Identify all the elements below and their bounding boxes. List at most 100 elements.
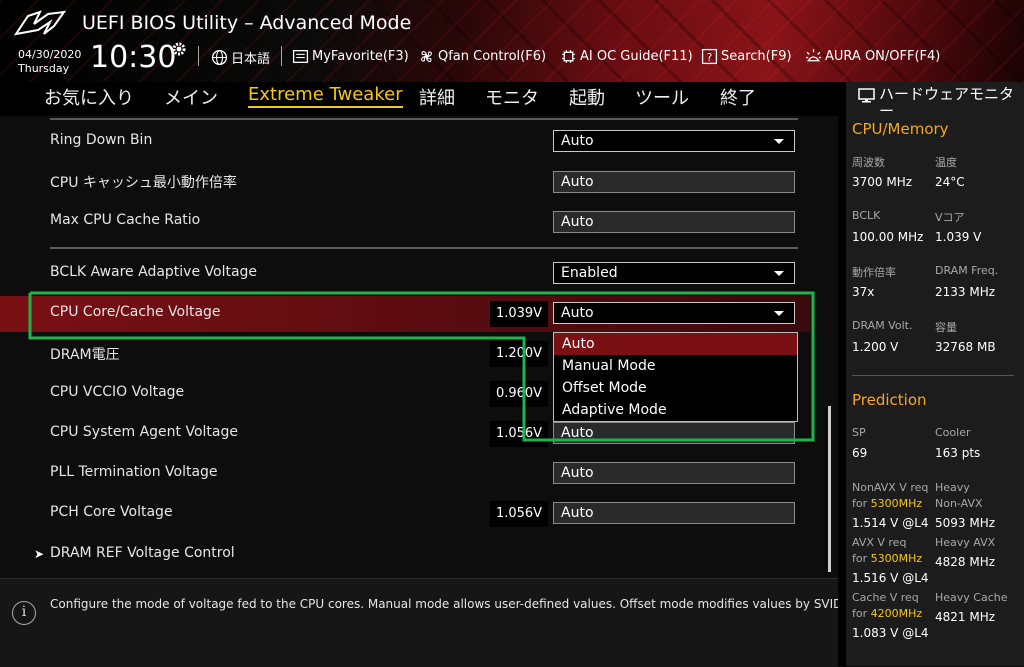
cpu-core-voltage-select[interactable]: Auto: [553, 302, 795, 324]
help-bar: i Configure the mode of voltage fed to t…: [0, 578, 846, 667]
nonavx-for-label: for 5300MHz: [852, 497, 922, 510]
aura-button[interactable]: AURA ON/OFF(F4): [805, 48, 940, 65]
separator: [281, 46, 282, 66]
submenu-arrow-icon: ➤: [34, 547, 45, 561]
avx-label: AVX V req: [852, 536, 907, 549]
dropdown-option-offset[interactable]: Offset Mode: [554, 377, 797, 399]
dram-volt-value: 1.200 V: [852, 340, 899, 354]
dropdown-option-adaptive[interactable]: Adaptive Mode: [554, 399, 797, 421]
ratio-value: 37x: [852, 285, 875, 299]
cooler-label: Cooler: [935, 426, 971, 439]
setting-label: PCH Core Voltage: [50, 504, 173, 520]
tab-main[interactable]: メイン: [164, 84, 218, 110]
tab-favorites[interactable]: お気に入り: [44, 84, 134, 110]
divider: [50, 118, 798, 120]
language-label: 日本語: [231, 52, 271, 67]
tab-boot[interactable]: 起動: [569, 84, 605, 110]
for-text: for: [852, 607, 868, 620]
clock-display: 10:30: [90, 40, 177, 75]
chevron-down-icon: [774, 311, 784, 316]
select-value: Auto: [561, 133, 594, 149]
heavy-nonavx-label: Heavy: [935, 481, 970, 494]
setting-label: Max CPU Cache Ratio: [50, 212, 201, 228]
pch-core-voltage-input[interactable]: Auto: [553, 502, 795, 524]
setting-label: CPU System Agent Voltage: [50, 424, 238, 440]
myfavorite-label: MyFavorite(F3): [312, 49, 409, 64]
settings-panel: Ring Down Bin Auto CPU キャッシュ最小動作倍率 Auto …: [0, 116, 838, 578]
tab-tool[interactable]: ツール: [635, 84, 689, 110]
qfan-label: Qfan Control(F6): [438, 49, 547, 64]
voltage-reading: 1.056V: [490, 421, 548, 447]
search-button[interactable]: ? Search(F9): [701, 48, 792, 65]
tab-extreme-tweaker[interactable]: Extreme Tweaker: [248, 84, 403, 108]
info-icon: i: [12, 601, 36, 625]
temp-value: 24°C: [935, 175, 965, 189]
hardware-monitor-panel: ハードウェアモニター CPU/Memory 周波数 温度 3700 MHz 24…: [838, 82, 1024, 666]
nonavx-freq: 5300MHz: [870, 497, 923, 510]
avx-freq: 5300MHz: [870, 552, 923, 565]
hardware-monitor-title: ハードウェアモニター: [858, 86, 1024, 120]
nonavx-label: NonAVX V req: [852, 481, 929, 494]
svg-text:?: ?: [707, 51, 713, 64]
ai-oc-guide-label: AI OC Guide(F11): [580, 49, 693, 64]
qfan-button[interactable]: Qfan Control(F6): [418, 48, 546, 65]
nonavx-value: 1.514 V @L4: [852, 516, 929, 530]
setting-label: PLL Termination Voltage: [50, 464, 218, 480]
tab-monitor[interactable]: モニタ: [485, 84, 539, 110]
pll-termination-input[interactable]: Auto: [553, 462, 795, 484]
select-value: Enabled: [561, 265, 618, 281]
dram-volt-label: DRAM Volt.: [852, 319, 913, 332]
language-button[interactable]: 日本語: [211, 48, 270, 67]
tab-bar: お気に入り メイン Extreme Tweaker 詳細 モニタ 起動 ツール …: [0, 82, 838, 116]
vcore-label: Vコア: [935, 211, 965, 224]
scrollbar[interactable]: [828, 406, 831, 572]
dropdown-option-auto[interactable]: Auto: [554, 333, 797, 355]
cache-for-label: for 4200MHz: [852, 607, 922, 620]
rog-logo-icon: [14, 10, 67, 36]
voltage-reading: 1.056V: [490, 501, 548, 527]
ring-down-bin-select[interactable]: Auto: [553, 130, 795, 152]
favorite-list-icon: [292, 50, 309, 63]
setting-label: CPU キャッシュ最小動作倍率: [50, 175, 237, 191]
dropdown-option-manual[interactable]: Manual Mode: [554, 355, 797, 377]
select-value: Auto: [561, 305, 594, 321]
bclk-aware-select[interactable]: Enabled: [553, 262, 795, 284]
max-cpu-cache-ratio-input[interactable]: Auto: [553, 211, 795, 233]
app-title: UEFI BIOS Utility – Advanced Mode: [82, 12, 412, 34]
heavy-avx-label: Heavy AVX: [935, 536, 996, 549]
vcore-value: 1.039 V: [935, 230, 982, 244]
tab-exit[interactable]: 終了: [720, 84, 756, 110]
date-display: 04/30/2020 Thursday: [18, 48, 81, 76]
monitor-icon: [858, 88, 875, 103]
avx-value: 1.516 V @L4: [852, 571, 929, 585]
date-text: 04/30/2020: [18, 48, 82, 61]
search-label: Search(F9): [721, 49, 792, 64]
cpu-sa-voltage-input[interactable]: Auto: [553, 422, 795, 444]
bclk-label: BCLK: [852, 209, 881, 222]
heavy-nonavx-value: 5093 MHz: [935, 516, 996, 530]
cache-value: 1.083 V @L4: [852, 626, 929, 640]
voltage-reading: 1.039V: [490, 301, 548, 327]
cooler-value: 163 pts: [935, 446, 981, 460]
ai-oc-guide-button[interactable]: AI OC Guide(F11): [560, 48, 693, 65]
sp-value: 69: [852, 446, 868, 460]
dram-ref-voltage-control-link[interactable]: DRAM REF Voltage Control: [50, 545, 235, 561]
tab-advanced[interactable]: 詳細: [419, 84, 455, 110]
prediction-heading: Prediction: [852, 391, 927, 409]
cache-freq: 4200MHz: [870, 607, 923, 620]
bclk-value: 100.00 MHz: [852, 230, 924, 244]
voltage-reading: 0.960V: [490, 381, 548, 407]
myfavorite-button[interactable]: MyFavorite(F3): [292, 48, 409, 65]
help-text: Configure the mode of voltage fed to the…: [50, 597, 847, 611]
day-text: Thursday: [18, 62, 70, 75]
divider: [852, 375, 1014, 376]
gear-icon[interactable]: [171, 41, 187, 57]
heavy-cache-value: 4821 MHz: [935, 610, 996, 624]
sp-label: SP: [852, 426, 866, 439]
freq-value: 3700 MHz: [852, 175, 913, 189]
hardware-monitor-label: ハードウェアモニター: [879, 85, 1015, 120]
temp-label: 温度: [935, 156, 957, 169]
globe-icon: [211, 49, 228, 66]
setting-label: CPU VCCIO Voltage: [50, 384, 185, 400]
cpu-cache-min-ratio-input[interactable]: Auto: [553, 171, 795, 193]
